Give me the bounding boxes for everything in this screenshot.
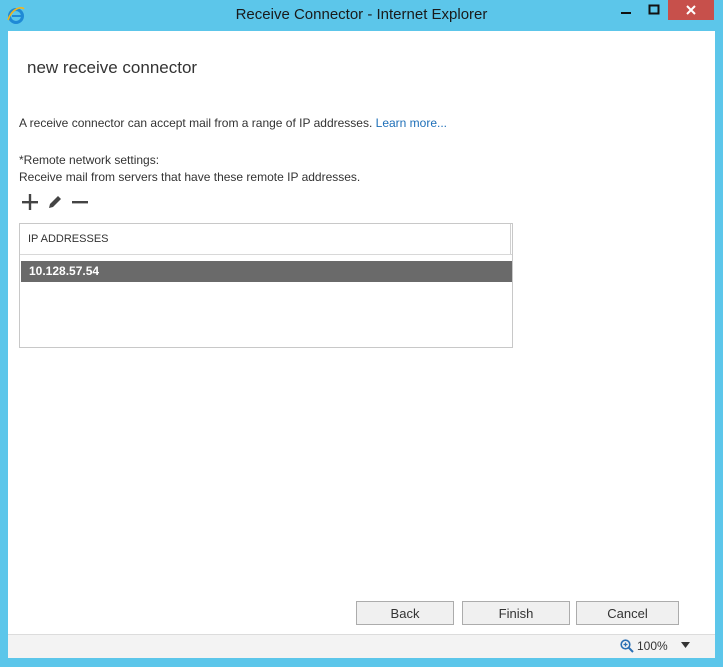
chevron-down-icon[interactable] [681,642,690,648]
browser-window: Receive Connector - Internet Explorer ne… [0,0,723,667]
remote-settings-label: *Remote network settings: [19,153,160,167]
status-bar: 100% [8,634,715,658]
zoom-icon[interactable] [620,639,634,653]
cancel-button[interactable]: Cancel [576,601,679,625]
page-title: new receive connector [27,58,198,77]
maximize-icon [648,4,659,15]
remote-settings-description: Receive mail from servers that have thes… [19,170,361,184]
zoom-level[interactable]: 100% [637,639,668,653]
minimize-button[interactable] [612,0,639,20]
intro-text: A receive connector can accept mail from… [19,116,373,130]
minimize-icon [620,12,631,14]
back-button[interactable]: Back [356,601,454,625]
add-icon[interactable] [21,193,39,211]
list-item[interactable]: 10.128.57.54 [21,261,512,282]
learn-more-link[interactable]: Learn more... [376,116,447,130]
dialog-content: new receive connector A receive connecto… [8,31,715,634]
ip-address-list[interactable]: IP ADDRESSES 10.128.57.54 [19,223,513,348]
column-header-label: IP ADDRESSES [28,233,109,245]
remove-icon[interactable] [71,193,89,211]
close-button[interactable] [668,0,714,20]
finish-button[interactable]: Finish [462,601,570,625]
intro-text-line: A receive connector can accept mail from… [19,116,447,130]
ip-address-value: 10.128.57.54 [29,264,100,278]
column-header[interactable]: IP ADDRESSES [20,224,512,255]
close-icon [686,5,696,15]
title-bar: Receive Connector - Internet Explorer [0,0,723,31]
column-separator [510,224,511,254]
maximize-button[interactable] [640,0,667,20]
edit-icon[interactable] [46,193,64,211]
